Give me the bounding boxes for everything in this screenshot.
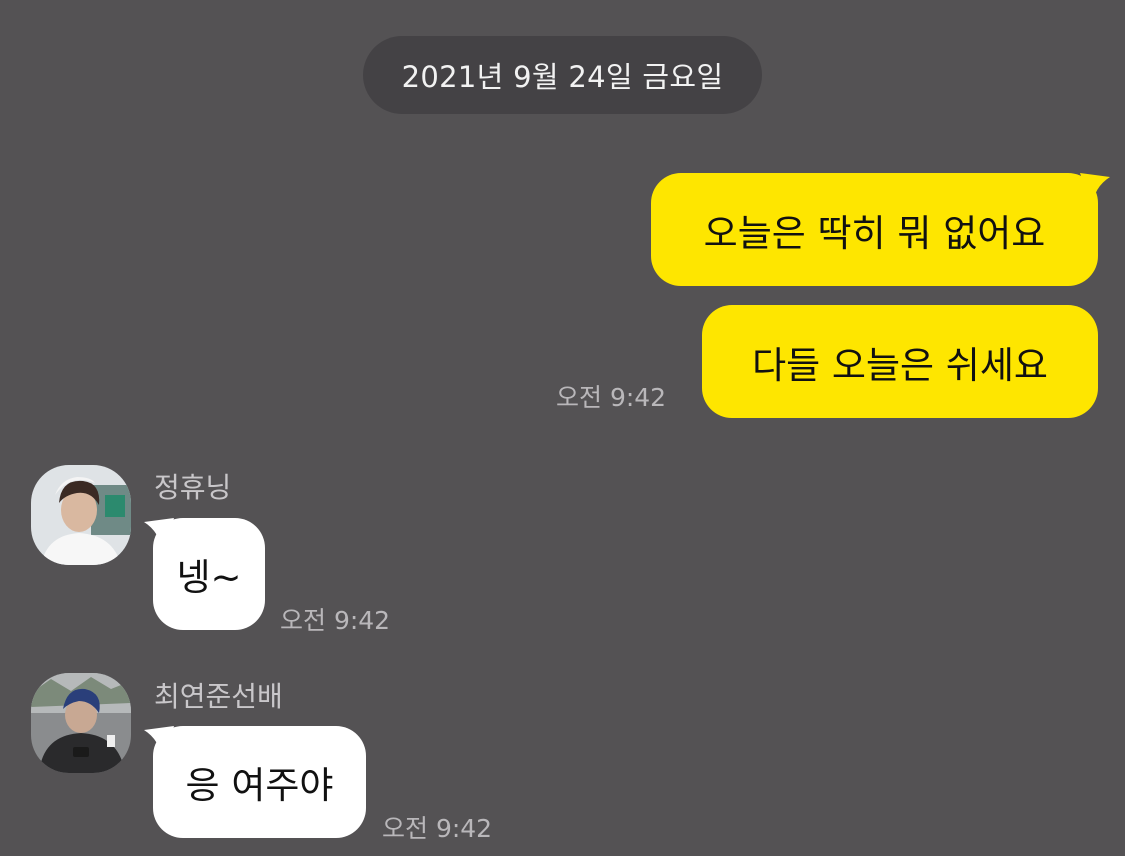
date-divider: 2021년 9월 24일 금요일 <box>363 36 762 114</box>
message-timestamp: 오전 9:42 <box>280 606 391 635</box>
profile-photo-icon <box>31 673 131 773</box>
sender-name: 최연준선배 <box>154 680 283 713</box>
avatar[interactable] <box>31 465 131 565</box>
incoming-message-bubble[interactable]: 넹~ <box>153 518 265 630</box>
message-timestamp: 오전 9:42 <box>556 383 667 412</box>
incoming-message-bubble[interactable]: 응 여주야 <box>153 726 366 838</box>
avatar[interactable] <box>31 673 131 773</box>
message-text: 오늘은 딱히 뭐 없어요 <box>703 211 1046 255</box>
sender-name: 정휴닝 <box>154 471 232 504</box>
message-text: 다들 오늘은 쉬세요 <box>752 343 1048 387</box>
bubble-tail-icon <box>1080 173 1110 207</box>
message-text: 넹~ <box>176 556 242 599</box>
outgoing-message-bubble[interactable]: 다들 오늘은 쉬세요 <box>702 305 1098 418</box>
outgoing-message-bubble[interactable]: 오늘은 딱히 뭐 없어요 <box>651 173 1098 286</box>
message-text: 응 여주야 <box>185 764 334 807</box>
message-timestamp: 오전 9:42 <box>382 814 493 843</box>
profile-photo-icon <box>31 465 131 565</box>
